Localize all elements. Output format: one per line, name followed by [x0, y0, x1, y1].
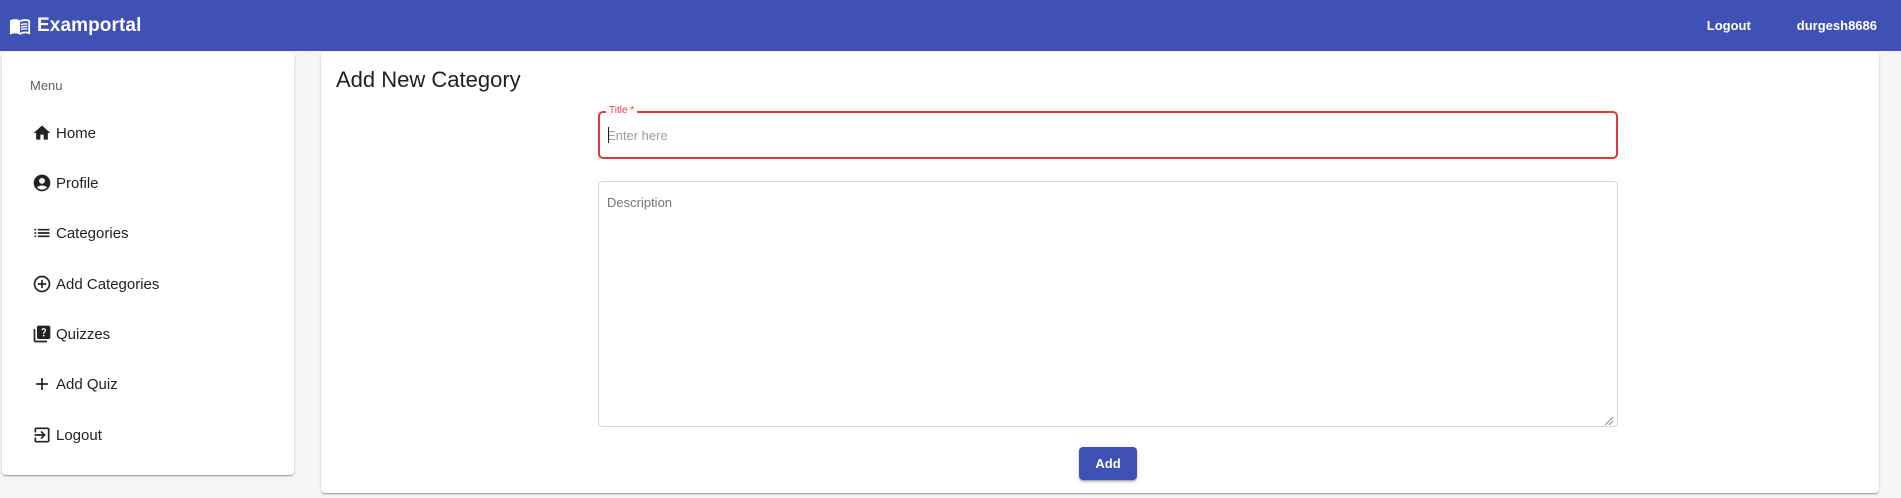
- list-icon: [32, 223, 52, 243]
- sidebar-item-categories[interactable]: Categories: [32, 221, 129, 245]
- sidebar-item-label: Quizzes: [56, 325, 111, 343]
- title-input[interactable]: [607, 123, 1597, 147]
- resize-handle-icon[interactable]: [1604, 413, 1614, 426]
- sidebar-item-add-quiz[interactable]: Add Quiz: [32, 372, 118, 396]
- username-button[interactable]: durgesh8686: [1797, 18, 1877, 33]
- add-circle-icon: [32, 274, 52, 294]
- home-icon: [32, 123, 52, 143]
- top-actions: Logout durgesh8686: [1707, 18, 1877, 33]
- quiz-icon: [32, 324, 52, 344]
- plus-icon: [32, 374, 52, 394]
- sidebar-item-logout[interactable]: Logout: [32, 423, 102, 447]
- add-button[interactable]: Add: [1079, 447, 1137, 480]
- sidebar-item-label: Logout: [56, 426, 102, 444]
- logout-icon: [32, 425, 52, 445]
- sidebar-item-label: Home: [56, 124, 97, 142]
- app-name: Examportal: [37, 14, 142, 36]
- sidebar: Menu Home Profile Categories Add Categor…: [2, 52, 294, 475]
- title-field-label: Title *: [606, 105, 638, 116]
- description-field[interactable]: [598, 181, 1618, 427]
- book-icon: [9, 15, 31, 37]
- sidebar-item-label: Profile: [56, 174, 99, 192]
- sidebar-item-add-categories[interactable]: Add Categories: [32, 272, 159, 296]
- sidebar-item-label: Add Quiz: [56, 375, 118, 393]
- title-field[interactable]: Title *: [598, 105, 1618, 159]
- top-toolbar: Examportal Logout durgesh8686: [0, 0, 1901, 51]
- menu-title: Menu: [30, 78, 63, 93]
- sidebar-item-quizzes[interactable]: Quizzes: [32, 322, 110, 346]
- account-circle-icon: [32, 173, 52, 193]
- top-logout-button[interactable]: Logout: [1707, 18, 1751, 33]
- brand[interactable]: Examportal: [9, 15, 141, 37]
- sidebar-item-home[interactable]: Home: [32, 121, 96, 145]
- sidebar-item-label: Add Categories: [56, 275, 160, 293]
- sidebar-item-label: Categories: [56, 224, 129, 242]
- sidebar-item-profile[interactable]: Profile: [32, 171, 99, 195]
- text-caret: [608, 127, 609, 143]
- page-title: Add New Category: [336, 67, 521, 92]
- main-content: Add New Category Title * Add: [321, 52, 1879, 493]
- description-input[interactable]: [607, 195, 1607, 415]
